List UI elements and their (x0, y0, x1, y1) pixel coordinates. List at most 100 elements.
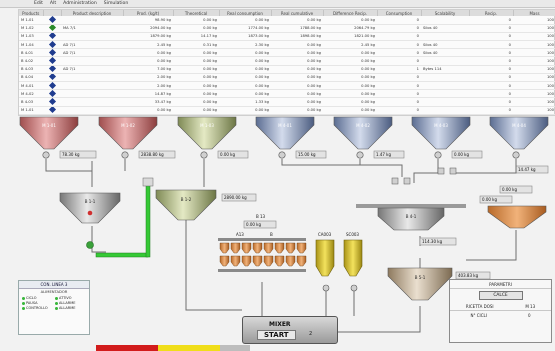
scale-value: 15.00 kg (298, 152, 316, 157)
gate-icon[interactable] (403, 177, 411, 185)
valve-icon[interactable] (200, 151, 208, 159)
ricetta-label: RICETTA DOSI (465, 304, 494, 309)
status-cycle: CICLO (22, 296, 53, 300)
dosing-col-a: A13 (236, 232, 244, 237)
dosing-value: 0.00 kg (246, 222, 261, 227)
valve-icon[interactable] (434, 151, 442, 159)
dosing-hopper[interactable] (274, 255, 285, 267)
weigher-b51[interactable]: B 5-1 (387, 267, 453, 301)
dosing-hopper[interactable] (219, 242, 230, 254)
silo-label: M 4-04 (512, 123, 526, 128)
start-label: START (264, 331, 289, 339)
silo-m404[interactable]: M 4-04 (489, 116, 549, 150)
status-strip-grey (220, 345, 250, 351)
dosing-hopper[interactable] (296, 255, 307, 267)
status-led-icon (22, 306, 25, 310)
dosing-hopper[interactable] (241, 242, 252, 254)
silo-label: M 1-02 (121, 123, 135, 128)
calce-button[interactable]: CALCE (478, 291, 523, 300)
scale-value: 0.00 kg (220, 152, 235, 157)
silo-m401[interactable]: M 4-01 (255, 116, 315, 150)
tank-sc003[interactable]: SC003 (343, 232, 363, 277)
silo-m102[interactable]: M 1-02 (98, 116, 158, 150)
weigher-value: 0.00 kg (482, 197, 497, 202)
status-pause: PAUSA (22, 301, 53, 305)
dosing-hopper[interactable] (296, 242, 307, 254)
ricetta-value: M 13 (525, 304, 536, 309)
dosing-hopper[interactable] (285, 242, 296, 254)
cicli-row: N° CICLI 0 (450, 311, 551, 320)
status-strip-yellow (158, 345, 220, 351)
status-label: CICLO (26, 296, 37, 300)
scale-value: 0.00 kg (454, 152, 469, 157)
weigher-label: B 1-1 (85, 199, 96, 204)
weigher-b41[interactable]: B 4-1 (356, 204, 466, 231)
status-label: PAUSA (26, 301, 38, 305)
scale-value: 78.30 kg (62, 152, 80, 157)
dosing-hopper[interactable] (219, 255, 230, 267)
alarm-indicator-icon (87, 210, 93, 216)
valve-icon[interactable] (512, 151, 520, 159)
dosing-unit[interactable]: B 13 0.00 kg A13 B (218, 214, 307, 272)
ricetta-row: RICETTA DOSI M 13 (450, 302, 551, 311)
dosing-hopper[interactable] (230, 255, 241, 267)
weigher-value: 403.83 kg (458, 273, 479, 278)
mixer-title: MIXER (269, 321, 291, 328)
status-active: ATTIVO (55, 296, 86, 300)
gate-icon[interactable] (449, 167, 457, 175)
connection-title: CON. LINEA 3 (19, 281, 89, 289)
motor-icon[interactable] (86, 241, 94, 249)
scale-value: 2838.80 kg (141, 152, 164, 157)
weigher-b11[interactable]: B 1-1 (59, 192, 121, 224)
valve-icon[interactable] (350, 284, 358, 292)
status-strip-red (96, 345, 158, 351)
silo-label: M 1-03 (200, 123, 214, 128)
weigher-label: B 5-1 (415, 275, 426, 280)
valve-icon[interactable] (356, 151, 364, 159)
weigher-b12[interactable]: B 1-2 (155, 189, 217, 221)
silo-label: M 4-02 (356, 123, 370, 128)
cicli-label: N° CICLI (470, 313, 487, 318)
status-led-icon (55, 301, 58, 305)
silo-m402[interactable]: M 4-02 (333, 116, 393, 150)
weigher-label: B 1-2 (181, 197, 192, 202)
valve-icon[interactable] (278, 151, 286, 159)
dosing-title: B 13 (256, 214, 266, 219)
hopper-value: 0.00 kg (502, 187, 517, 192)
silo-label: M 4-01 (278, 123, 292, 128)
hopper-right[interactable]: 0.00 kg (487, 185, 547, 229)
elevator-head[interactable] (142, 177, 154, 187)
dosing-hopper[interactable] (263, 255, 274, 267)
connection-panel: CON. LINEA 3 ALIMENTADOR CICLO ATTIVO PA… (18, 280, 90, 335)
dosing-hopper[interactable] (274, 242, 285, 254)
status-label: ATTIVO (59, 296, 72, 300)
silo-m101[interactable]: M 1-01 (19, 116, 79, 150)
silo-m103[interactable]: M 1-03 (177, 116, 237, 150)
dosing-hopper[interactable] (252, 242, 263, 254)
gate-icon[interactable] (391, 177, 399, 185)
conveyor-belt[interactable] (95, 252, 149, 258)
dosing-col-b: B (270, 232, 273, 237)
status-control: CONTROLLO (22, 306, 53, 310)
mixer-start-button[interactable]: START (257, 330, 296, 340)
parameters-header: PARAMETRI (450, 280, 551, 289)
scale-value: 14.47 kg (518, 167, 536, 172)
gate-icon[interactable] (437, 167, 445, 175)
dosing-hopper[interactable] (230, 242, 241, 254)
silo-m403[interactable]: M 4-03 (411, 116, 471, 150)
valve-icon[interactable] (121, 151, 129, 159)
cicli-value: 0 (527, 313, 531, 318)
conveyor-elevator[interactable] (145, 184, 151, 258)
dosing-hopper[interactable] (252, 255, 263, 267)
valve-icon[interactable] (322, 284, 330, 292)
status-led-icon (22, 301, 25, 305)
mixer-panel: MIXER START 2 (242, 316, 338, 344)
dosing-hopper[interactable] (241, 255, 252, 267)
status-label: ALLARME (59, 301, 76, 305)
valve-icon[interactable] (42, 151, 50, 159)
dosing-hopper[interactable] (263, 242, 274, 254)
dosing-hopper[interactable] (285, 255, 296, 267)
status-label: ALLARME (59, 306, 76, 310)
status-label: CONTROLLO (26, 306, 48, 310)
tank-ca003[interactable]: CA003 (315, 232, 335, 277)
